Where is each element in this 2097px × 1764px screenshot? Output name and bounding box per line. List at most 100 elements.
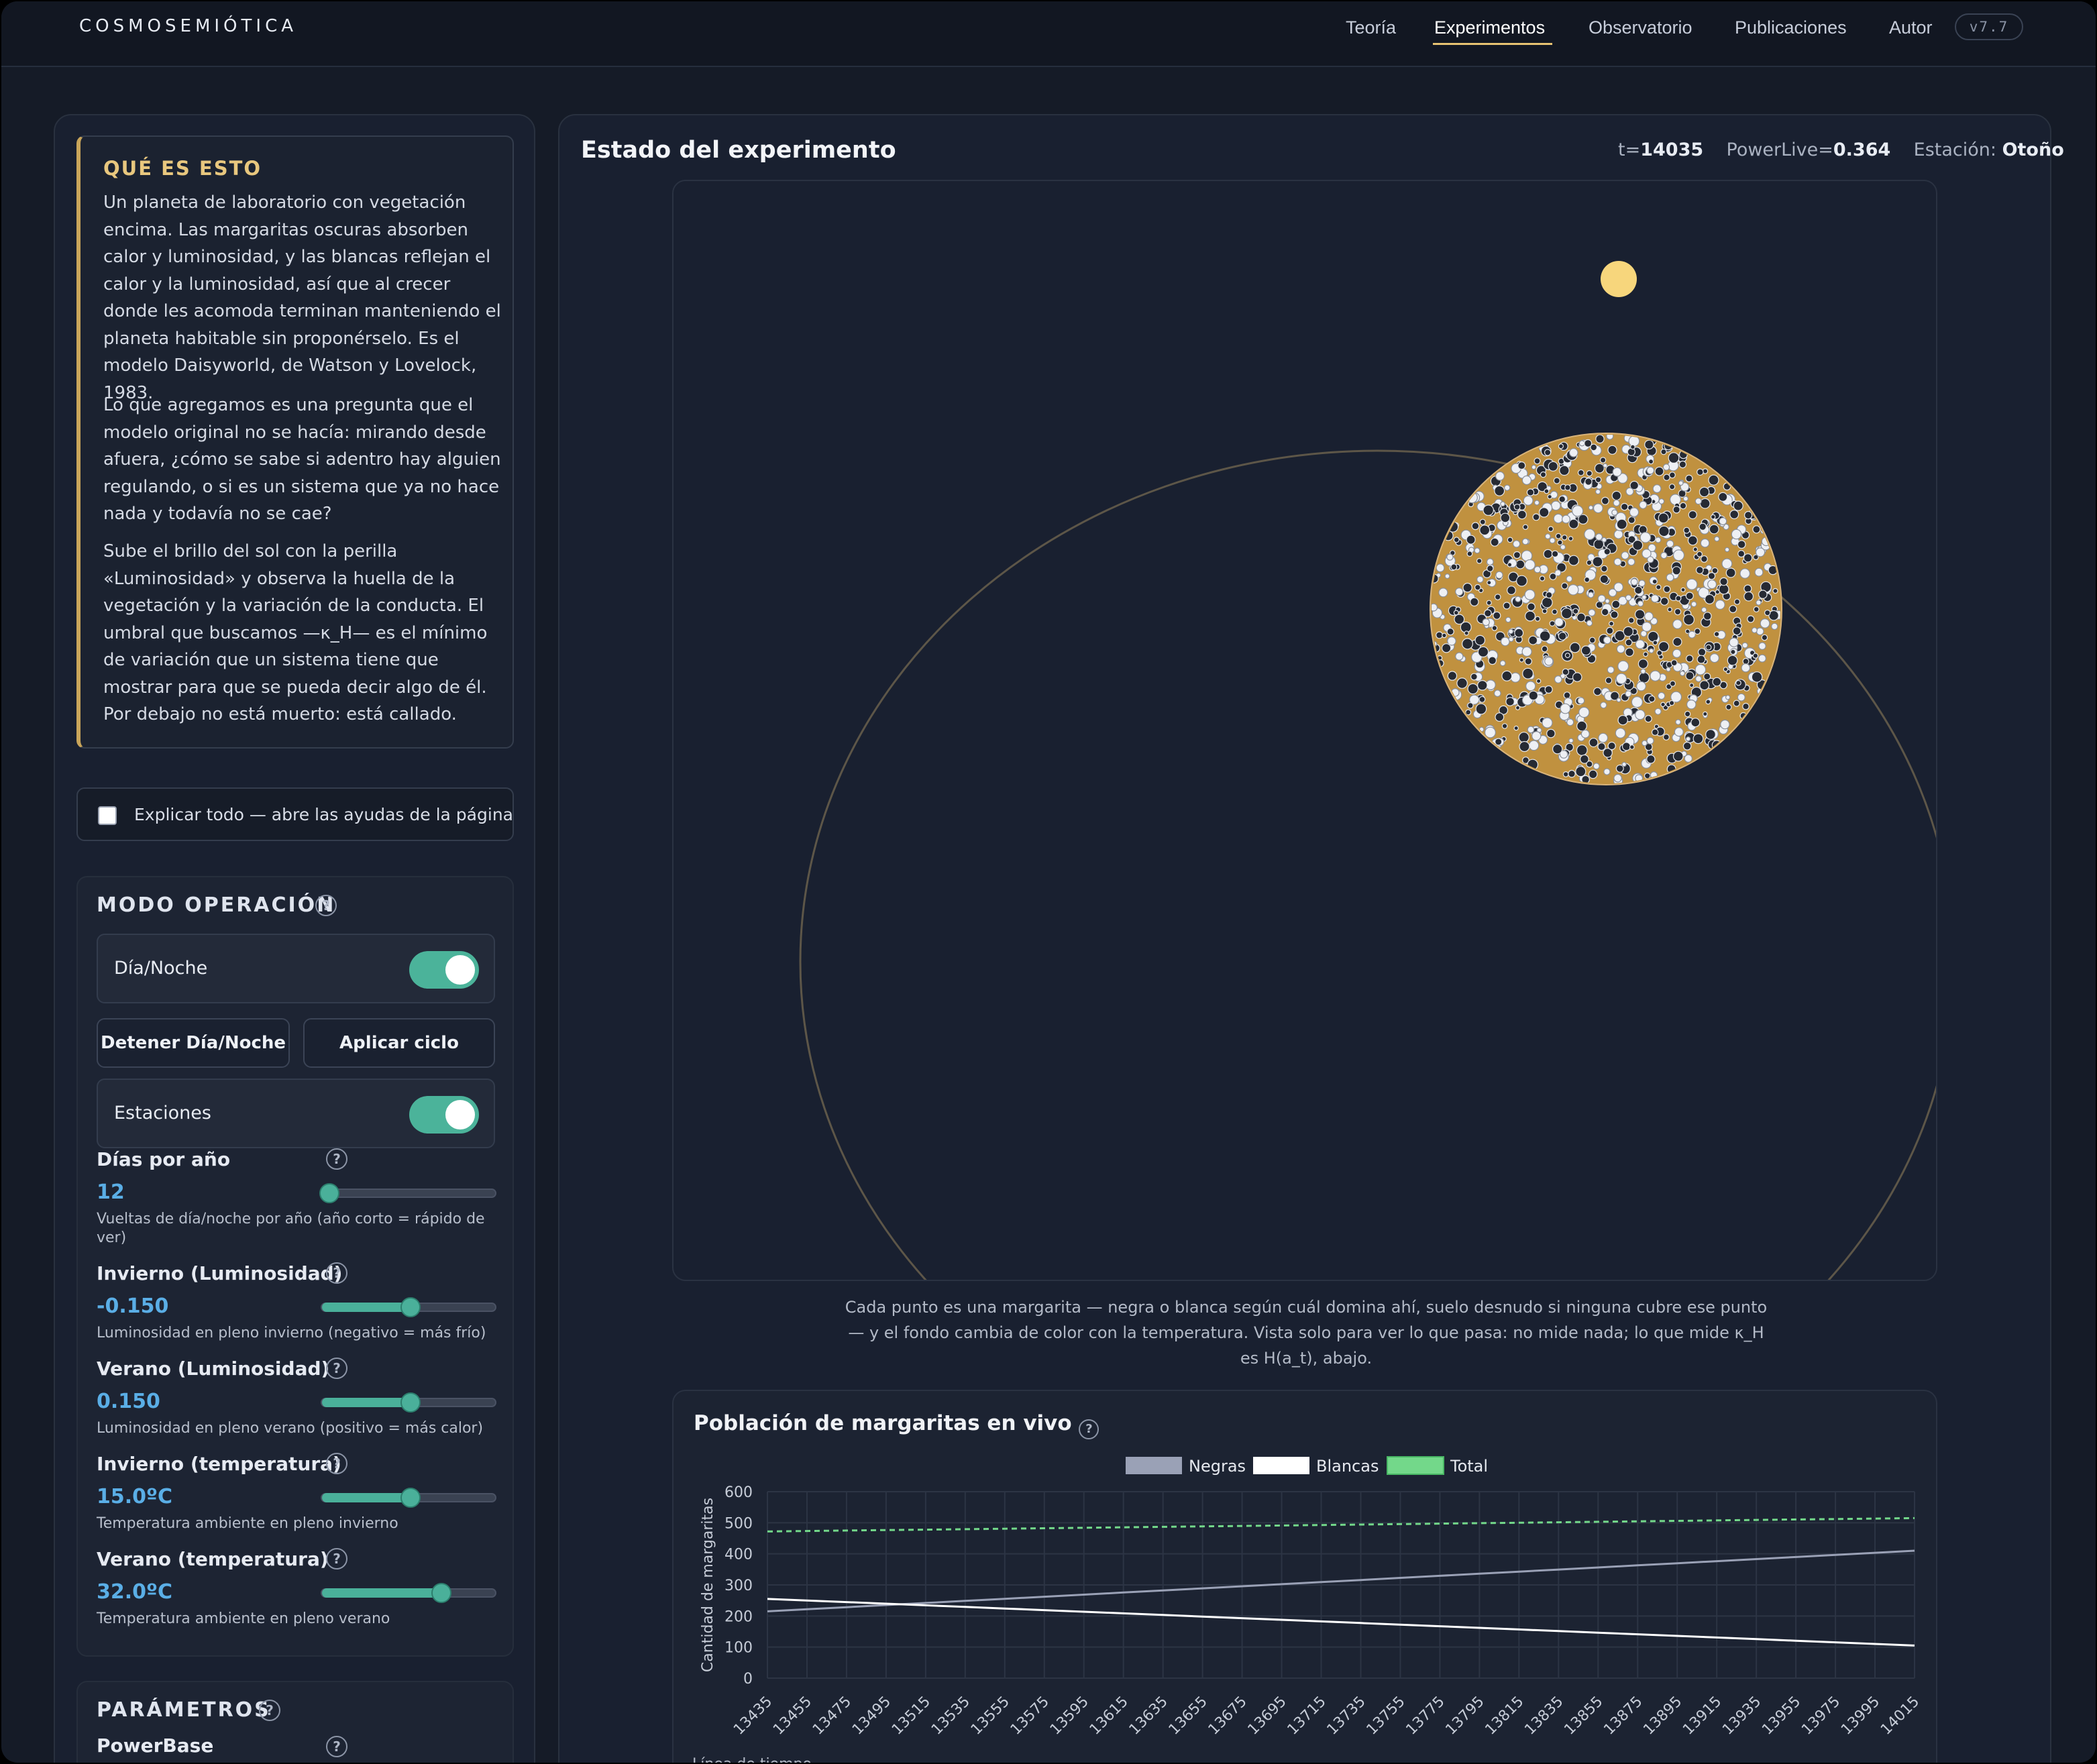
nav-link-autor[interactable]: Autor (1889, 17, 1933, 38)
white-daisy (1672, 649, 1682, 658)
black-daisy (1609, 620, 1615, 626)
white-daisy (1674, 727, 1684, 737)
nav-link-experimentos[interactable]: Experimentos (1434, 17, 1545, 38)
white-daisy (1600, 702, 1607, 709)
stop-day-night-button[interactable]: Detener Día/Noche (97, 1018, 290, 1068)
nav-link-observatorio[interactable]: Observatorio (1589, 17, 1692, 38)
help-icon[interactable]: ? (1079, 1419, 1099, 1439)
slider-thumb[interactable] (400, 1392, 421, 1413)
black-daisy (1621, 742, 1631, 751)
white-daisy (1714, 536, 1720, 542)
x-tick-label: 13895 (1640, 1694, 1685, 1739)
black-daisy (1513, 551, 1521, 559)
white-daisy (1658, 498, 1665, 504)
operation-mode-title: MODO OPERACIÓN (97, 893, 336, 917)
white-daisy (1739, 568, 1750, 579)
help-icon[interactable]: ? (315, 895, 337, 916)
black-daisy (1575, 766, 1587, 777)
summer-temperature-slider[interactable] (321, 1583, 496, 1603)
black-daisy (1735, 679, 1741, 686)
white-daisy (1493, 690, 1501, 698)
white-daisy (1515, 596, 1521, 602)
seasons-row: Estaciones (97, 1079, 495, 1148)
days-per-year-label: Días por año (97, 1148, 231, 1170)
black-daisy (1507, 537, 1513, 543)
black-daisy (1524, 610, 1536, 622)
black-daisy (1586, 559, 1593, 566)
white-daisy (1701, 606, 1707, 613)
help-icon[interactable]: ? (259, 1700, 280, 1721)
slider-thumb[interactable] (400, 1488, 421, 1508)
white-daisy (1446, 553, 1454, 561)
winter-luminosity-slider[interactable] (321, 1297, 496, 1317)
x-tick-label: 13975 (1798, 1694, 1843, 1739)
y-tick-label: 0 (743, 1671, 753, 1688)
explain-all-toggle[interactable]: Explicar todo — abre las ayudas de la pá… (76, 787, 514, 841)
x-tick-label: 13995 (1838, 1694, 1883, 1739)
black-daisy (1646, 755, 1656, 764)
powerbase-label: PowerBase (97, 1734, 214, 1757)
white-daisy (1758, 654, 1767, 663)
black-daisy (1694, 628, 1701, 635)
black-daisy (1607, 741, 1616, 751)
black-daisy (1675, 595, 1682, 602)
white-daisy (1603, 768, 1611, 775)
black-daisy (1568, 536, 1574, 541)
black-daisy (1547, 494, 1552, 500)
white-daisy (1474, 547, 1481, 554)
winter-temperature-slider[interactable] (321, 1488, 496, 1508)
help-icon[interactable]: ? (326, 1148, 347, 1170)
help-icon[interactable]: ? (326, 1453, 347, 1474)
brand-logo[interactable]: COSMOSEMIÓTICA (79, 16, 297, 36)
black-daisy (1462, 582, 1472, 593)
black-daisy (1576, 720, 1587, 732)
days-per-year-slider[interactable] (319, 1183, 496, 1203)
black-daisy (1589, 637, 1596, 644)
black-daisy (1729, 510, 1739, 520)
black-daisy (1483, 609, 1492, 618)
white-daisy (1608, 588, 1617, 597)
white-daisy (1615, 728, 1626, 738)
black-daisy (1592, 556, 1603, 567)
slider-thumb[interactable] (400, 1297, 421, 1317)
black-daisy (1487, 565, 1494, 572)
black-daisy (1660, 448, 1667, 455)
y-axis-label: Cantidad de margaritas (700, 1498, 716, 1672)
white-daisy (1755, 547, 1766, 557)
white-daisy (1503, 484, 1511, 491)
slider-thumb[interactable] (431, 1583, 452, 1603)
white-daisy (1544, 533, 1551, 539)
help-icon[interactable]: ? (326, 1262, 347, 1284)
help-icon[interactable]: ? (326, 1358, 347, 1379)
black-daisy (1751, 671, 1763, 683)
time-label: t= (1618, 140, 1641, 160)
nav-link-teoria[interactable]: Teoría (1346, 17, 1396, 38)
black-daisy (1507, 586, 1516, 595)
legend-label-negras: Negras (1189, 1457, 1246, 1476)
apply-cycle-button[interactable]: Aplicar ciclo (303, 1018, 495, 1068)
day-night-toggle[interactable] (409, 951, 479, 989)
black-daisy (1663, 585, 1671, 593)
white-daisy (1601, 537, 1607, 543)
help-icon[interactable]: ? (326, 1736, 347, 1757)
white-daisy (1588, 608, 1596, 617)
white-daisy (1627, 558, 1635, 566)
seasons-toggle[interactable] (409, 1096, 479, 1134)
black-daisy (1528, 635, 1538, 645)
black-daisy (1577, 469, 1584, 476)
legend-swatch-negras (1126, 1457, 1182, 1474)
white-daisy (1521, 475, 1532, 486)
white-daisy (1662, 463, 1670, 471)
black-daisy (1599, 457, 1607, 463)
black-daisy (1601, 608, 1609, 616)
white-daisy (1652, 484, 1662, 494)
nav-link-publicaciones[interactable]: Publicaciones (1735, 17, 1847, 38)
slider-thumb[interactable] (319, 1183, 339, 1203)
explain-all-checkbox[interactable] (98, 806, 117, 825)
black-daisy (1595, 476, 1602, 484)
help-icon[interactable]: ? (326, 1548, 347, 1569)
black-daisy (1450, 563, 1458, 571)
white-daisy (1616, 645, 1625, 654)
summer-luminosity-slider[interactable] (321, 1392, 496, 1413)
summer-luminosity-value: 0.150 (97, 1390, 160, 1413)
